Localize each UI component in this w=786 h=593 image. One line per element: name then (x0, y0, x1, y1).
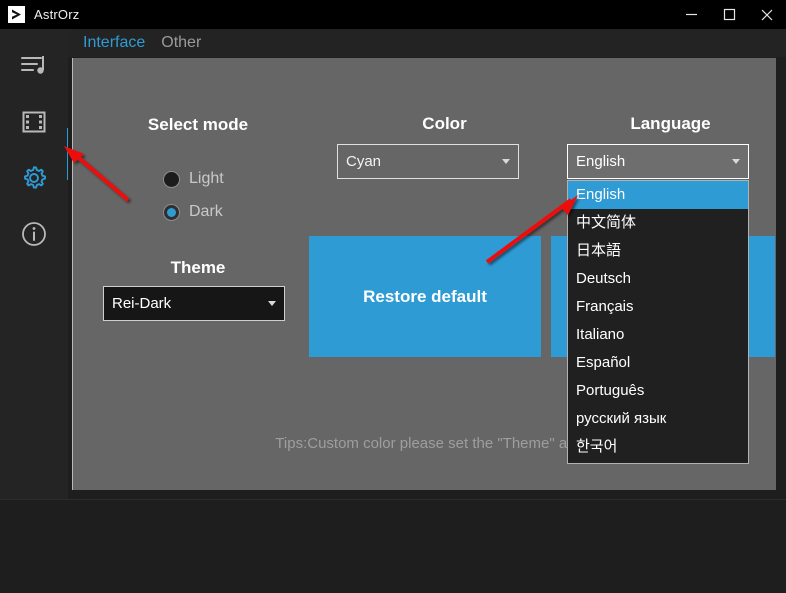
tab-bar: Interface Other (68, 29, 786, 57)
application-window: AstrOrz Interface Other Select mode Colo… (0, 0, 786, 593)
info-circle-icon (21, 221, 47, 247)
language-option-french[interactable]: Français (568, 293, 748, 321)
language-option-portuguese[interactable]: Português (568, 377, 748, 405)
language-option-italian[interactable]: Italiano (568, 321, 748, 349)
radio-light[interactable]: Light (163, 170, 224, 188)
player-bar: 0:00:00 0:00:00 Stop/Stereo (0, 499, 786, 593)
restore-default-label: Restore default (363, 286, 487, 306)
chevron-down-icon (268, 301, 276, 306)
gear-icon (20, 164, 48, 192)
chevron-down-icon (732, 159, 740, 164)
theme-select-value: Rei-Dark (112, 295, 172, 312)
language-option-russian[interactable]: русский язык (568, 405, 748, 433)
sidebar-item-video[interactable] (0, 97, 68, 147)
astrorz-logo-icon (8, 6, 25, 23)
language-option-spanish[interactable]: Español (568, 349, 748, 377)
select-mode-title: Select mode (147, 115, 249, 134)
radio-dark-mark (163, 203, 180, 221)
language-dropdown-list[interactable]: English 中文简体 日本語 Deutsch Français Italia… (567, 180, 749, 464)
radio-light-mark (163, 170, 180, 188)
language-option-korean[interactable]: 한국어 (568, 433, 748, 461)
window-title: AstrOrz (34, 7, 80, 22)
close-button[interactable] (748, 0, 786, 29)
color-select[interactable]: Cyan (337, 144, 519, 179)
tab-other[interactable]: Other (153, 29, 209, 57)
sidebar-item-settings[interactable] (0, 153, 68, 203)
language-title: Language (630, 114, 711, 133)
language-option-japanese[interactable]: 日本語 (568, 237, 748, 265)
sidebar-item-info[interactable] (0, 209, 68, 259)
language-option-german[interactable]: Deutsch (568, 265, 748, 293)
settings-panel: Select mode Color Language Theme Light D… (72, 58, 776, 490)
title-bar: AstrOrz (0, 0, 786, 29)
language-select[interactable]: English (567, 144, 749, 179)
language-select-value: English (576, 153, 626, 170)
language-option-chinese[interactable]: 中文简体 (568, 209, 748, 237)
film-strip-icon (21, 109, 47, 135)
theme-select[interactable]: Rei-Dark (103, 286, 285, 321)
minimize-button[interactable] (672, 0, 710, 29)
theme-title: Theme (170, 258, 226, 277)
radio-dark[interactable]: Dark (163, 203, 223, 221)
language-option-english[interactable]: English (568, 181, 748, 209)
sidebar (0, 29, 68, 499)
radio-light-label: Light (189, 170, 224, 187)
color-select-value: Cyan (346, 153, 382, 170)
sidebar-item-playlist[interactable] (0, 41, 68, 91)
playlist-music-icon (19, 53, 49, 79)
maximize-button[interactable] (710, 0, 748, 29)
radio-dark-label: Dark (189, 203, 223, 220)
tab-interface[interactable]: Interface (75, 29, 153, 57)
content-area: Interface Other Select mode Color Langua… (68, 29, 786, 499)
color-title: Color (422, 114, 467, 133)
chevron-down-icon (502, 159, 510, 164)
